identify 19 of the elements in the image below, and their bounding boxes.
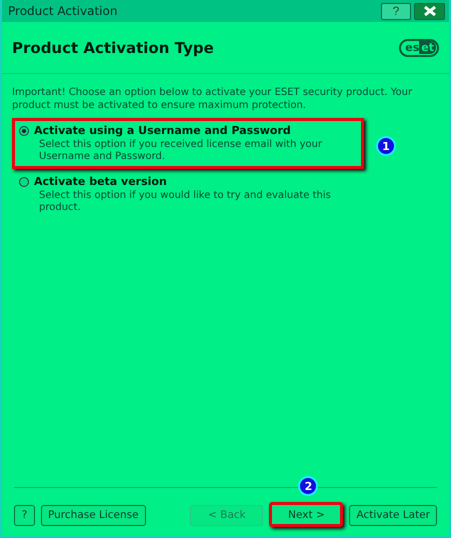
help-button[interactable]: ?	[14, 504, 35, 526]
radio-option[interactable]: Activate using a Username and Password	[19, 124, 357, 137]
dialog-button[interactable]: Next >	[269, 502, 344, 527]
step-marker: 1	[378, 138, 394, 154]
option-description: Select this option if you would like to try and evaluate this product.	[39, 190, 332, 214]
dialog-button[interactable]: Purchase License	[41, 504, 146, 526]
close-icon	[422, 6, 436, 16]
radio-option[interactable]: Activate beta version	[19, 175, 357, 188]
logo: eset	[399, 38, 439, 56]
dialog-button[interactable]: Activate Later	[349, 504, 437, 526]
page-title: Product Activation Type	[12, 38, 214, 56]
option-description: Select this option if you received license email with your Username and Password.	[39, 139, 324, 163]
radio-button[interactable]	[19, 176, 29, 186]
help-button[interactable]: ?	[381, 2, 411, 20]
intro-text: Important! Choose an option below to activate your ESET security product. Your product must be activated to ensure maximum protection.	[12, 86, 414, 112]
radio-button[interactable]	[19, 126, 29, 136]
step-marker: 2	[300, 478, 316, 494]
close-button[interactable]	[414, 2, 445, 20]
window-title: Product Activation	[8, 4, 118, 18]
